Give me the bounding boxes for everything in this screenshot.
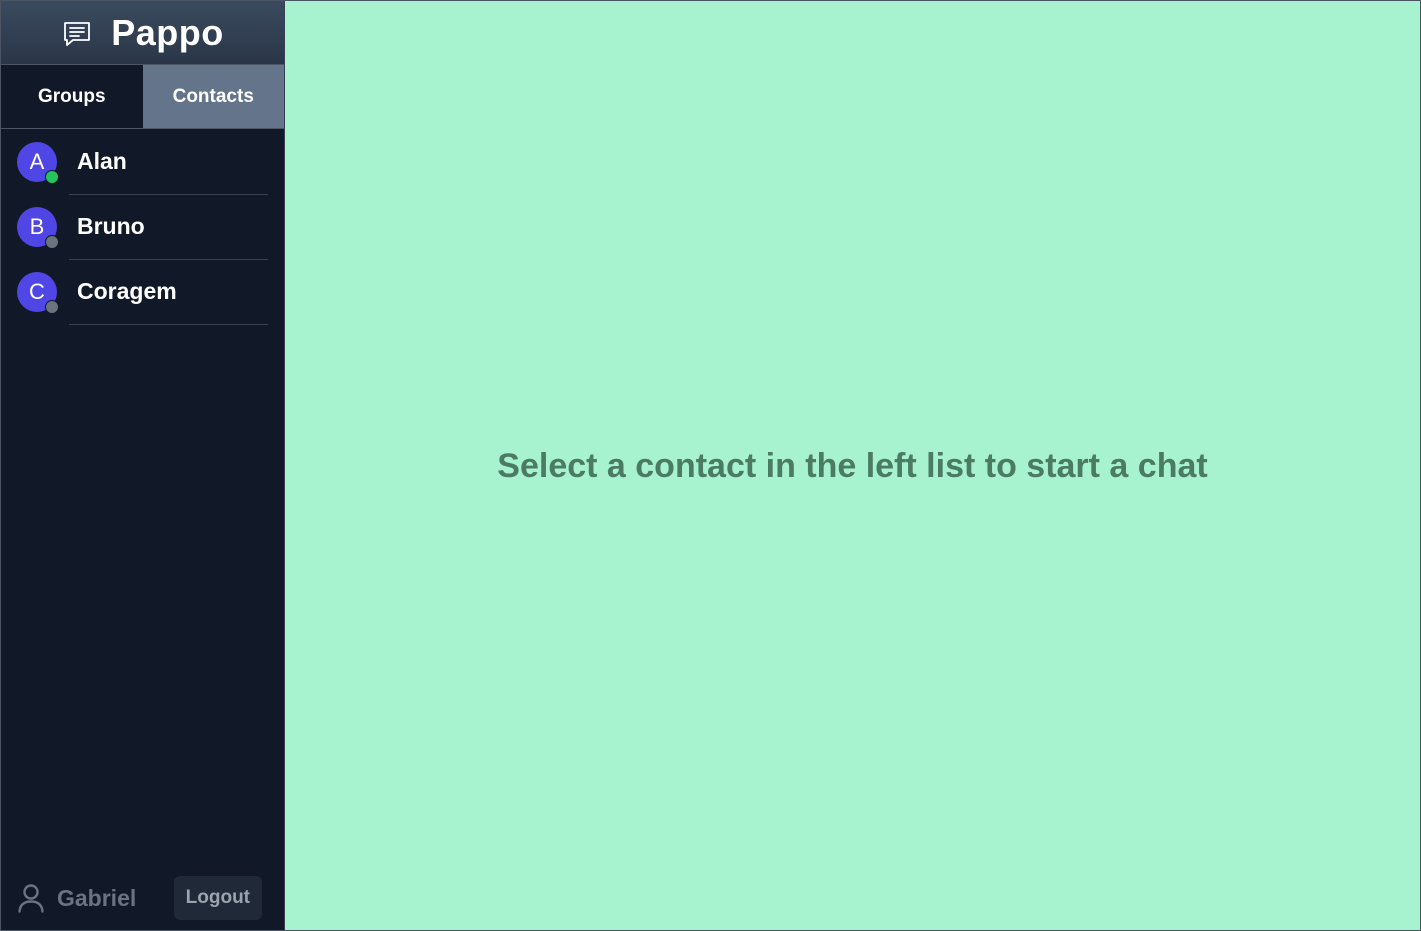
contact-name-container: Coragem [69, 259, 268, 325]
contact-item-alan[interactable]: A Alan [17, 129, 268, 195]
tab-contacts[interactable]: Contacts [142, 65, 284, 128]
offline-status-icon [45, 234, 59, 249]
chat-area: Select a contact in the left list to sta… [285, 1, 1420, 930]
avatar: C [17, 271, 59, 314]
tab-groups[interactable]: Groups [1, 65, 143, 128]
contact-item-coragem[interactable]: C Coragem [17, 259, 268, 325]
chat-bubble-icon [64, 21, 91, 46]
empty-chat-message: Select a contact in the left list to sta… [497, 447, 1208, 485]
contact-name: Bruno [77, 212, 145, 239]
logout-button[interactable]: Logout [173, 876, 262, 920]
tab-bar: Groups Contacts [1, 65, 284, 129]
contact-name-container: Bruno [69, 194, 268, 260]
offline-status-icon [45, 299, 59, 314]
user-icon [18, 884, 44, 913]
avatar: B [17, 206, 59, 249]
contact-item-bruno[interactable]: B Bruno [17, 194, 268, 260]
online-status-icon [45, 169, 59, 184]
sidebar-footer: Gabriel Logout [1, 866, 284, 930]
app-window: Pappo Groups Contacts A Alan B Bruno C C… [0, 0, 1421, 931]
brand-header: Pappo [1, 1, 284, 65]
app-title: Pappo [111, 11, 224, 53]
contact-name: Alan [77, 147, 127, 174]
contact-name: Coragem [77, 277, 177, 304]
contact-list: A Alan B Bruno C Coragem [1, 129, 284, 866]
current-user-name: Gabriel [57, 884, 137, 911]
avatar: A [17, 141, 59, 184]
sidebar: Pappo Groups Contacts A Alan B Bruno C C… [1, 1, 285, 930]
contact-name-container: Alan [69, 129, 268, 195]
